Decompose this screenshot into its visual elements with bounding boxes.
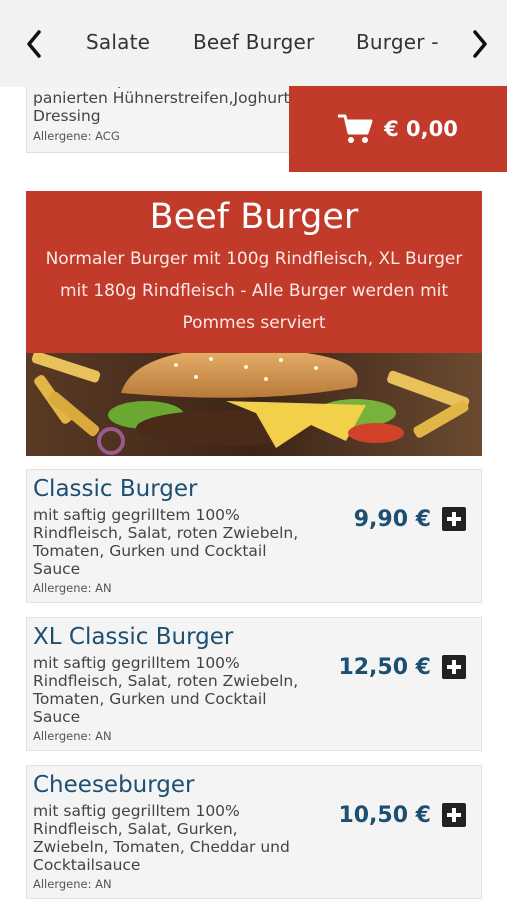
nav-back-button[interactable] [20, 29, 48, 59]
plus-icon [447, 660, 461, 674]
category-image [26, 353, 482, 456]
chevron-right-icon [473, 30, 487, 58]
plus-icon [447, 512, 461, 526]
category-nav: Salate Beef Burger Burger - [0, 0, 507, 87]
product-price: 12,50 € [338, 655, 431, 680]
burger-image [26, 353, 482, 456]
product-name: Classic Burger [33, 476, 198, 502]
category-description: Normaler Burger mit 100g Rindfleisch, XL… [45, 249, 463, 333]
product-allergens: Allergene: AN [33, 877, 112, 891]
chevron-left-icon [27, 30, 41, 58]
shopping-cart-icon [338, 114, 373, 143]
product-card: XL Classic Burger mit saftig gegrilltem … [26, 617, 482, 751]
product-card: Cheeseburger mit saftig gegrilltem 100% … [26, 765, 482, 899]
product-price: 9,90 € [353, 507, 431, 532]
product-description: mit saftig gegrilltem 100% Rindfleisch, … [33, 802, 290, 874]
category-title: Beef Burger [149, 197, 359, 237]
category-banner: Beef Burger Normaler Burger mit 100g Rin… [26, 191, 482, 353]
cart-total: € 0,00 [384, 117, 458, 141]
product-allergens: Allergene: AN [33, 729, 112, 743]
product-name: XL Classic Burger [33, 624, 234, 650]
nav-item-beef-burger[interactable]: Beef Burger [193, 30, 314, 54]
nav-item-burger[interactable]: Burger - [356, 30, 439, 54]
product-card: Classic Burger mit saftig gegrilltem 100… [26, 469, 482, 603]
product-price: 10,50 € [338, 803, 431, 828]
previous-product-allergens: Allergene: ACG [33, 129, 120, 143]
add-to-cart-button[interactable] [442, 655, 466, 679]
nav-forward-button[interactable] [466, 29, 494, 59]
product-description: mit saftig gegrilltem 100% Rindfleisch, … [33, 654, 299, 726]
add-to-cart-button[interactable] [442, 803, 466, 827]
product-allergens: Allergene: AN [33, 581, 112, 595]
previous-product-description: Gurken, Paprika, Salat und panierten Hüh… [33, 87, 290, 125]
nav-item-salate[interactable]: Salate [86, 30, 150, 54]
cart-button[interactable]: € 0,00 [289, 86, 507, 172]
add-to-cart-button[interactable] [442, 507, 466, 531]
plus-icon [447, 808, 461, 822]
product-description: mit saftig gegrilltem 100% Rindfleisch, … [33, 506, 299, 578]
product-name: Cheeseburger [33, 772, 195, 798]
